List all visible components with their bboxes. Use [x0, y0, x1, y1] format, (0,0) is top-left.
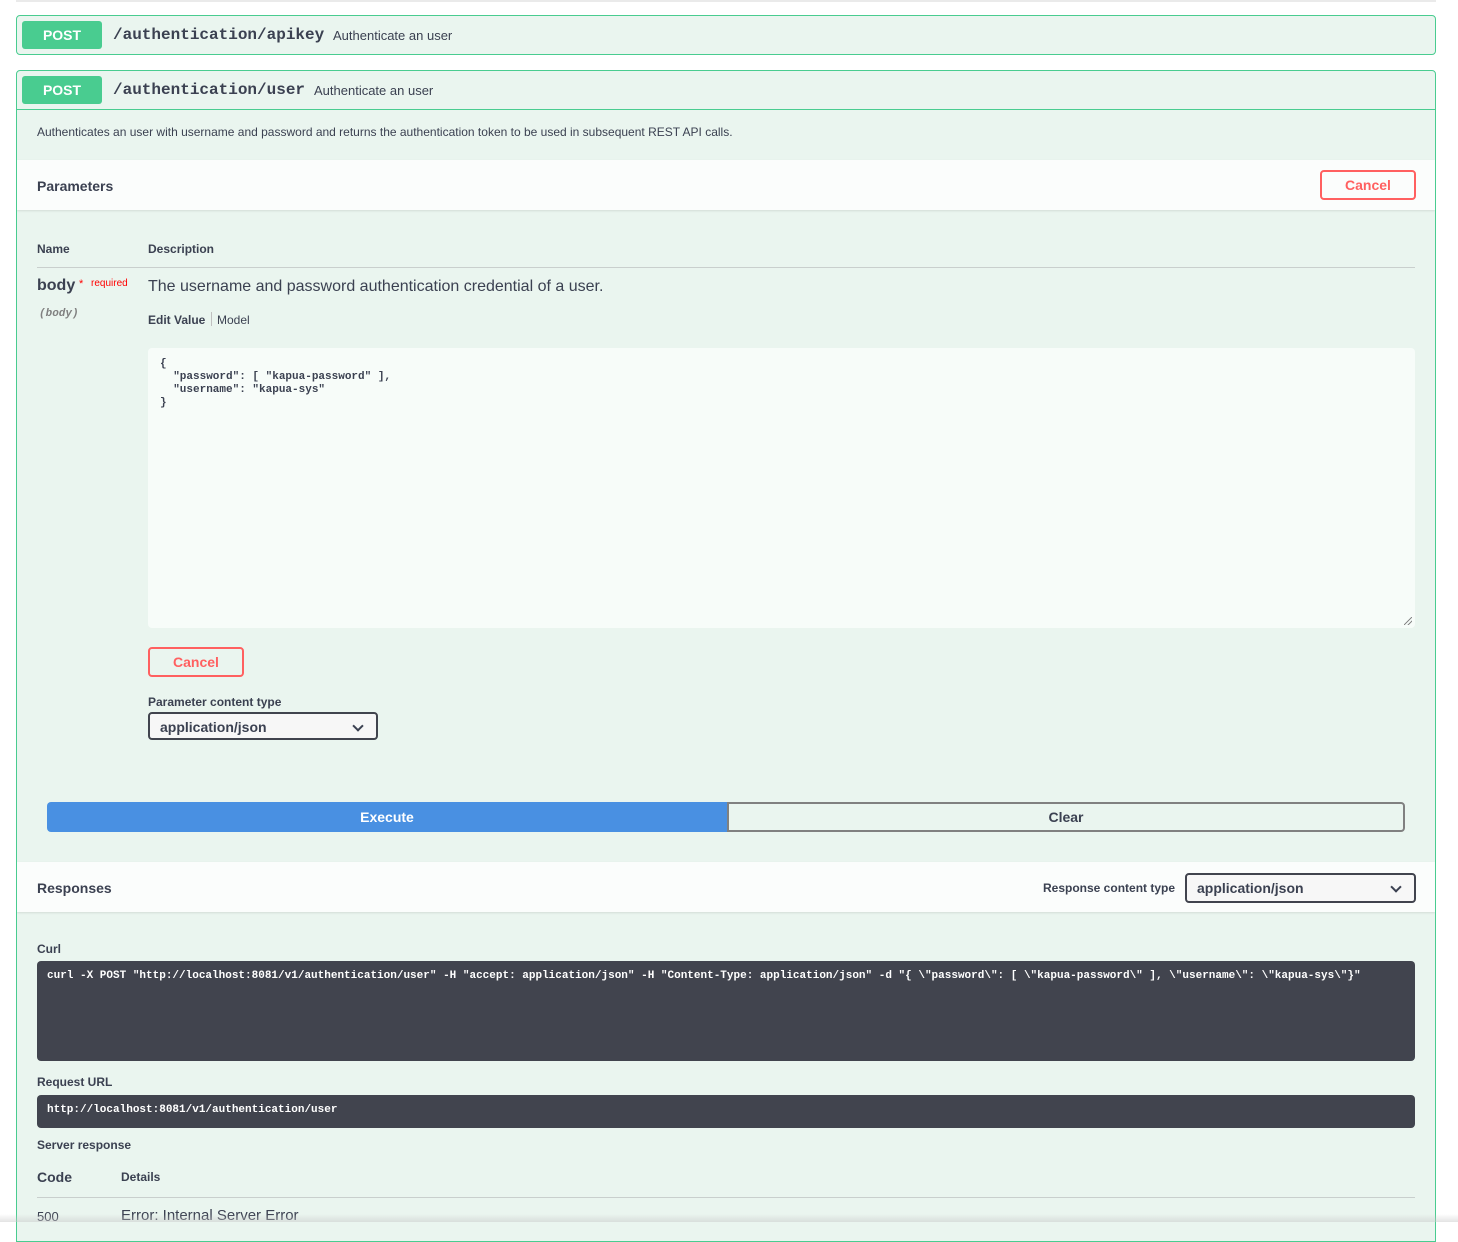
column-description-header: Description: [148, 242, 215, 256]
param-description: The username and password authentication…: [148, 278, 604, 295]
param-content-type-select[interactable]: application/json: [148, 712, 378, 740]
cancel-try-out-button[interactable]: Cancel: [1320, 170, 1416, 200]
resize-handle-icon[interactable]: [1404, 617, 1412, 625]
operation-authentication-apikey[interactable]: POST /authentication/apikey Authenticate…: [16, 15, 1436, 55]
operation-summary: Authenticate an user: [333, 28, 453, 43]
method-badge-post: POST: [22, 76, 102, 104]
responses-header: Responses Response content type applicat…: [17, 862, 1435, 912]
select-value: application/json: [160, 719, 267, 735]
param-content-type-label: Parameter content type: [148, 695, 282, 709]
execute-button[interactable]: Execute: [47, 802, 727, 832]
chevron-down-icon: [352, 720, 364, 732]
tab-separator: [211, 312, 212, 326]
response-content-type-select[interactable]: application/json: [1185, 873, 1416, 903]
column-name-header: Name: [37, 242, 70, 256]
response-content-type-label: Response content type: [1043, 881, 1176, 895]
parameters-title: Parameters: [37, 178, 114, 194]
select-value: application/json: [1197, 880, 1304, 896]
param-name: body: [37, 277, 76, 294]
server-response-label: Server response: [37, 1138, 132, 1152]
clear-button[interactable]: Clear: [727, 802, 1405, 832]
operation-path: /authentication/user: [113, 81, 306, 99]
parameters-header: Parameters Cancel: [17, 160, 1435, 210]
operation-authentication-user: POST /authentication/user Authenticate a…: [16, 70, 1436, 1242]
tab-model[interactable]: Model: [217, 313, 250, 327]
cancel-edit-button[interactable]: Cancel: [148, 647, 244, 677]
response-divider: [37, 1197, 1415, 1198]
operation-header[interactable]: POST /authentication/user Authenticate a…: [17, 71, 1435, 110]
operation-description: Authenticates an user with username and …: [37, 125, 733, 139]
param-location: (body): [39, 308, 79, 320]
operation-summary: Authenticate an user: [314, 83, 434, 98]
bottom-fade: [0, 1214, 1458, 1222]
header-divider: [37, 267, 1415, 268]
curl-label: Curl: [37, 942, 61, 956]
request-url-block[interactable]: http://localhost:8081/v1/authentication/…: [37, 1095, 1415, 1128]
top-divider: [16, 0, 1436, 2]
curl-block[interactable]: curl -X POST "http://localhost:8081/v1/a…: [37, 961, 1415, 1061]
method-badge-post: POST: [22, 21, 102, 49]
operation-path: /authentication/apikey: [113, 26, 325, 44]
request-url-label: Request URL: [37, 1075, 113, 1089]
tab-edit-value[interactable]: Edit Value: [148, 313, 205, 327]
column-code-header: Code: [37, 1169, 72, 1185]
chevron-down-icon: [1390, 881, 1402, 893]
column-details-header: Details: [121, 1170, 161, 1184]
responses-title: Responses: [37, 880, 112, 896]
required-star: *: [79, 278, 84, 290]
required-label: required: [91, 278, 128, 289]
body-textarea[interactable]: { "password": [ "kapua-password" ], "use…: [148, 348, 1415, 628]
